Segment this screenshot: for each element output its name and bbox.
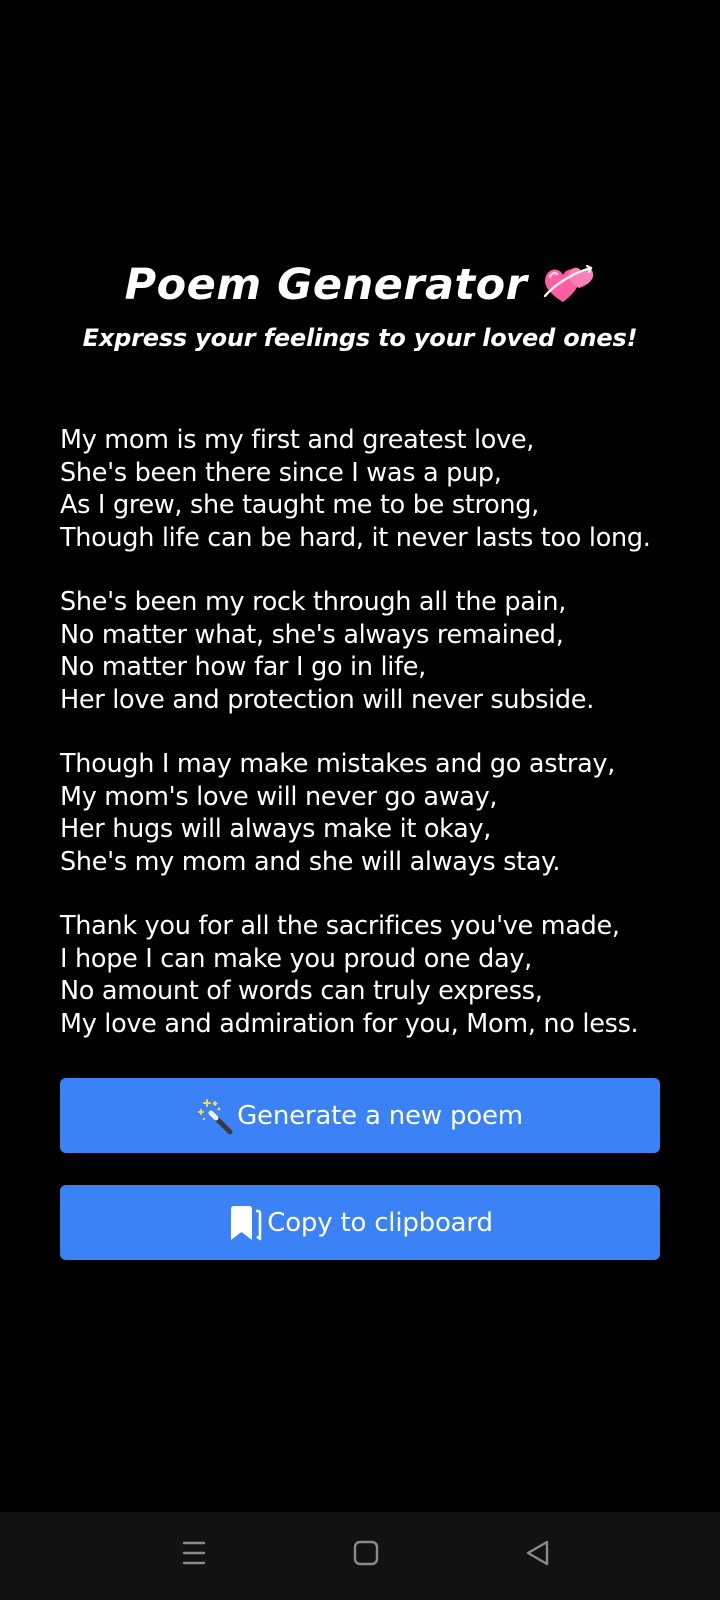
poem-line: No matter how far I go in life, <box>60 652 426 682</box>
generate-poem-label: Generate a new poem <box>237 1100 523 1131</box>
system-navigation-bar <box>0 1512 720 1600</box>
poem-line: Thank you for all the sacrifices you've … <box>60 911 620 941</box>
poem-line: She's my mom and she will always stay. <box>60 846 561 877</box>
home-icon <box>351 1538 381 1572</box>
poem-line: No matter what, she's always remained, <box>60 619 564 650</box>
poem-line: Her hugs will always make it okay, <box>60 814 492 844</box>
copy-to-clipboard-button[interactable]: Copy to clipboard <box>60 1185 660 1260</box>
copy-to-clipboard-label: Copy to clipboard <box>267 1207 493 1238</box>
two-hearts-icon <box>541 262 595 308</box>
home-button[interactable] <box>338 1530 394 1580</box>
poem-line: I hope I can make you proud one day, <box>60 943 532 974</box>
back-icon <box>523 1538 553 1572</box>
poem-stanza: Thank you for all the sacrifices you've … <box>60 910 680 1040</box>
poem-line: Though life can be hard, it never lasts … <box>60 522 651 553</box>
poem-line: No amount of words can truly express, <box>60 976 543 1006</box>
poem-line: My mom's love will never go away, <box>60 781 498 812</box>
poem-line: Though I may make mistakes and go astray… <box>60 749 616 779</box>
generate-poem-button[interactable]: Generate a new poem <box>60 1078 660 1153</box>
title-row: Poem Generator <box>0 252 720 318</box>
poem-stanza: She's been my rock through all the pain,… <box>60 586 680 716</box>
poem-line: My mom is my first and greatest love, <box>60 425 535 455</box>
app-header: Poem Generator Express your feelings to … <box>0 252 720 352</box>
poem-line: She's been there since I was a pup, <box>60 457 502 488</box>
poem-stanza: Though I may make mistakes and go astray… <box>60 748 680 878</box>
poem-line: She's been my rock through all the pain, <box>60 587 567 617</box>
magic-wand-icon <box>197 1096 233 1136</box>
back-button[interactable] <box>510 1530 566 1580</box>
poem-line: As I grew, she taught me to be strong, <box>60 490 539 520</box>
page-title: Poem Generator <box>124 260 528 310</box>
menu-button[interactable] <box>166 1530 222 1580</box>
poem-text: My mom is my first and greatest love, Sh… <box>60 424 680 1072</box>
menu-icon <box>179 1538 209 1572</box>
poem-line: Her love and protection will never subsi… <box>60 684 594 715</box>
poem-line: My love and admiration for you, Mom, no … <box>60 1008 639 1039</box>
poem-stanza: My mom is my first and greatest love, Sh… <box>60 424 680 554</box>
page-subtitle: Express your feelings to your loved ones… <box>82 324 638 352</box>
bookmark-icon <box>227 1203 263 1243</box>
